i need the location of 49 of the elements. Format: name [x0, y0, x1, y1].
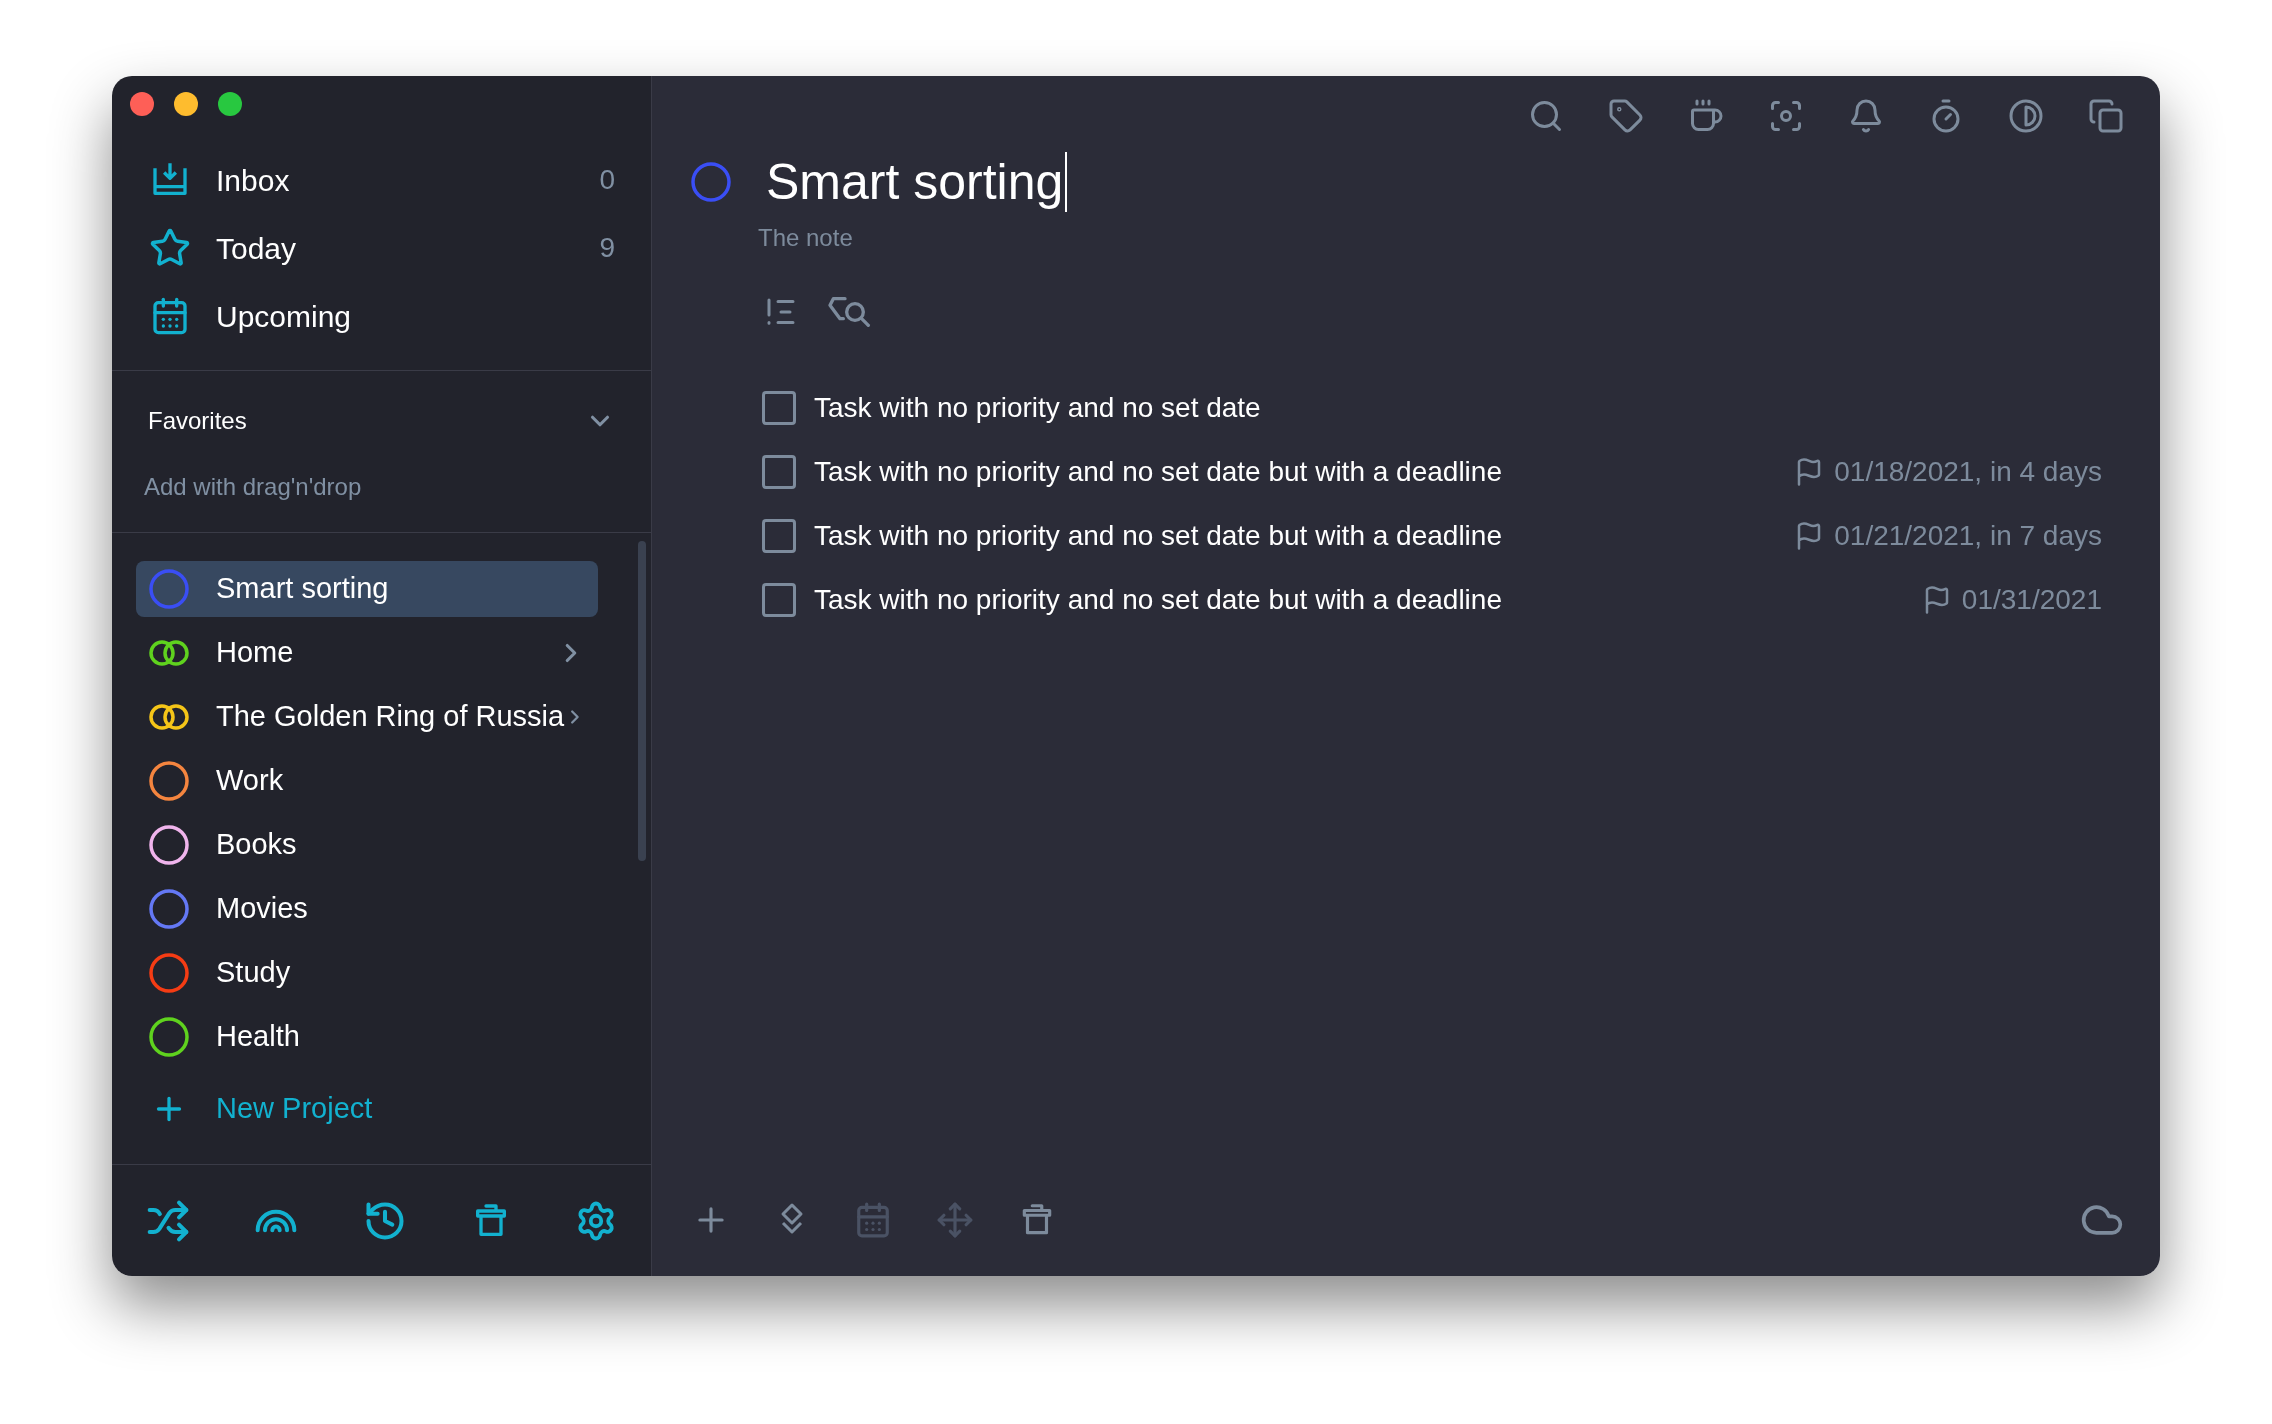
task-row[interactable]: Task with no priority and no set date: [762, 376, 2102, 440]
copy-icon[interactable]: [2088, 98, 2124, 134]
task-checkbox[interactable]: [762, 519, 796, 553]
task-row[interactable]: Task with no priority and no set date but with a deadline 01/18/2021, in 4 days: [762, 440, 2102, 504]
task-row[interactable]: Task with no priority and no set date but with a deadline 01/31/2021: [762, 568, 2102, 632]
bell-icon[interactable]: [1848, 98, 1884, 134]
calendar-icon: [150, 296, 190, 336]
project-item[interactable]: The Golden Ring of Russia: [136, 689, 598, 745]
search-icon[interactable]: [1528, 98, 1564, 134]
task-deadline: 01/18/2021, in 4 days: [1834, 455, 2102, 489]
project-item[interactable]: Books: [136, 817, 598, 873]
tag-icon[interactable]: [1608, 98, 1644, 134]
scrollbar-thumb[interactable]: [638, 541, 646, 861]
favorites-hint: Add with drag'n'drop: [143, 472, 363, 502]
project-item[interactable]: Study: [136, 945, 598, 1001]
project-item[interactable]: Health: [136, 1009, 598, 1065]
project-item[interactable]: Smart sorting: [136, 561, 598, 617]
favorites-header[interactable]: Favorites: [112, 371, 651, 439]
settings-icon[interactable]: [575, 1199, 617, 1242]
task-checkbox[interactable]: [762, 455, 796, 489]
task-deadline: 01/21/2021, in 7 days: [1834, 519, 2102, 553]
task-title: Task with no priority and no set date but with a deadline: [814, 519, 1503, 553]
minimize-window-button[interactable]: [174, 92, 198, 116]
focus-icon[interactable]: [1768, 98, 1804, 134]
task-title: Task with no priority and no set date: [814, 391, 1262, 425]
project-item[interactable]: Home: [136, 625, 598, 681]
new-project-button[interactable]: New Project: [136, 1077, 598, 1141]
task-checkbox[interactable]: [762, 391, 796, 425]
task-deadline: 01/31/2021: [1961, 583, 2102, 617]
task-title: Task with no priority and no set date but with a deadline: [814, 455, 1503, 489]
sidebar-item[interactable]: Upcoming: [112, 282, 651, 350]
item-count: 0: [599, 163, 615, 197]
sidebar-item[interactable]: Inbox 0: [112, 146, 651, 214]
close-window-button[interactable]: [130, 92, 154, 116]
shuffle-icon[interactable]: [146, 1198, 190, 1243]
cup-icon[interactable]: [1688, 98, 1724, 134]
star-icon: [149, 227, 191, 269]
sidebar-item[interactable]: Today 9: [112, 214, 651, 282]
project-note[interactable]: The note: [758, 220, 853, 256]
item-count: 9: [599, 231, 615, 265]
task-title: Task with no priority and no set date but with a deadline: [814, 583, 1503, 617]
contrast-icon[interactable]: [2008, 98, 2044, 134]
project-item[interactable]: Movies: [136, 881, 598, 937]
project-title[interactable]: Smart sorting: [766, 152, 1068, 212]
zoom-window-button[interactable]: [218, 92, 242, 116]
task-row[interactable]: Task with no priority and no set date but with a deadline 01/21/2021, in 7 days: [762, 504, 2102, 568]
project-item[interactable]: Work: [136, 753, 598, 809]
task-checkbox[interactable]: [762, 583, 796, 617]
circle-icon: [690, 161, 732, 203]
